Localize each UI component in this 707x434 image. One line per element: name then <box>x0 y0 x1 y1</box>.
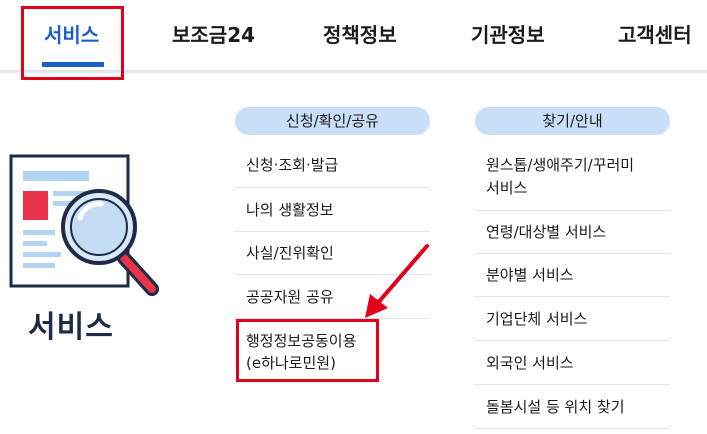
tab-service[interactable]: 서비스 <box>44 20 99 50</box>
menu-item-admin-info-sharing[interactable]: 행정정보공동이용 <box>246 330 356 352</box>
menu-item-apply-inquiry-issue[interactable]: 신청·조회·발급 <box>246 154 338 176</box>
menu-item-foreigner-service[interactable]: 외국인 서비스 <box>486 352 574 374</box>
category-find-guide: 찾기/안내 <box>475 107 670 135</box>
menu-item-care-facility-locator[interactable]: 돌봄시설 등 위치 찾기 <box>486 396 625 418</box>
tab-policy-info[interactable]: 정책정보 <box>323 20 397 50</box>
menu-item-public-resource-share[interactable]: 공공자원 공유 <box>246 286 334 308</box>
menu-item-age-target-service[interactable]: 연령/대상별 서비스 <box>486 221 606 243</box>
menu-item-my-life-info[interactable]: 나의 생활정보 <box>246 199 334 221</box>
divider <box>475 296 670 297</box>
menu-item-field-service[interactable]: 분야별 서비스 <box>486 264 574 286</box>
divider <box>475 428 670 429</box>
top-navigation: 서비스 보조금24 정책정보 기관정보 고객센터 <box>0 0 707 70</box>
menu-item-onestop-lifecycle[interactable]: 원스톱/생애주기/꾸러미 <box>486 154 634 176</box>
menu-item-business-group-service[interactable]: 기업단체 서비스 <box>486 308 587 330</box>
divider <box>475 384 670 385</box>
divider <box>475 340 670 341</box>
menu-item-onestop-lifecycle-sub[interactable]: 서비스 <box>486 177 527 199</box>
section-title: 서비스 <box>28 310 114 345</box>
annotation-arrow <box>365 244 429 318</box>
menu-item-fact-verification[interactable]: 사실/진위확인 <box>246 242 334 264</box>
tab-subsidy24[interactable]: 보조금24 <box>172 20 255 50</box>
tab-agency-info[interactable]: 기관정보 <box>471 20 545 50</box>
document-magnifier-icon <box>9 154 159 296</box>
nav-divider <box>0 70 707 74</box>
divider <box>475 253 670 254</box>
divider <box>475 210 670 211</box>
active-tab-indicator <box>42 62 104 67</box>
divider <box>235 231 430 232</box>
menu-item-admin-info-sharing-sub[interactable]: (e하나로민원) <box>246 352 336 374</box>
tab-customer-center[interactable]: 고객센터 <box>618 20 692 50</box>
category-apply-check-share: 신청/확인/공유 <box>235 107 430 135</box>
divider <box>235 187 430 188</box>
